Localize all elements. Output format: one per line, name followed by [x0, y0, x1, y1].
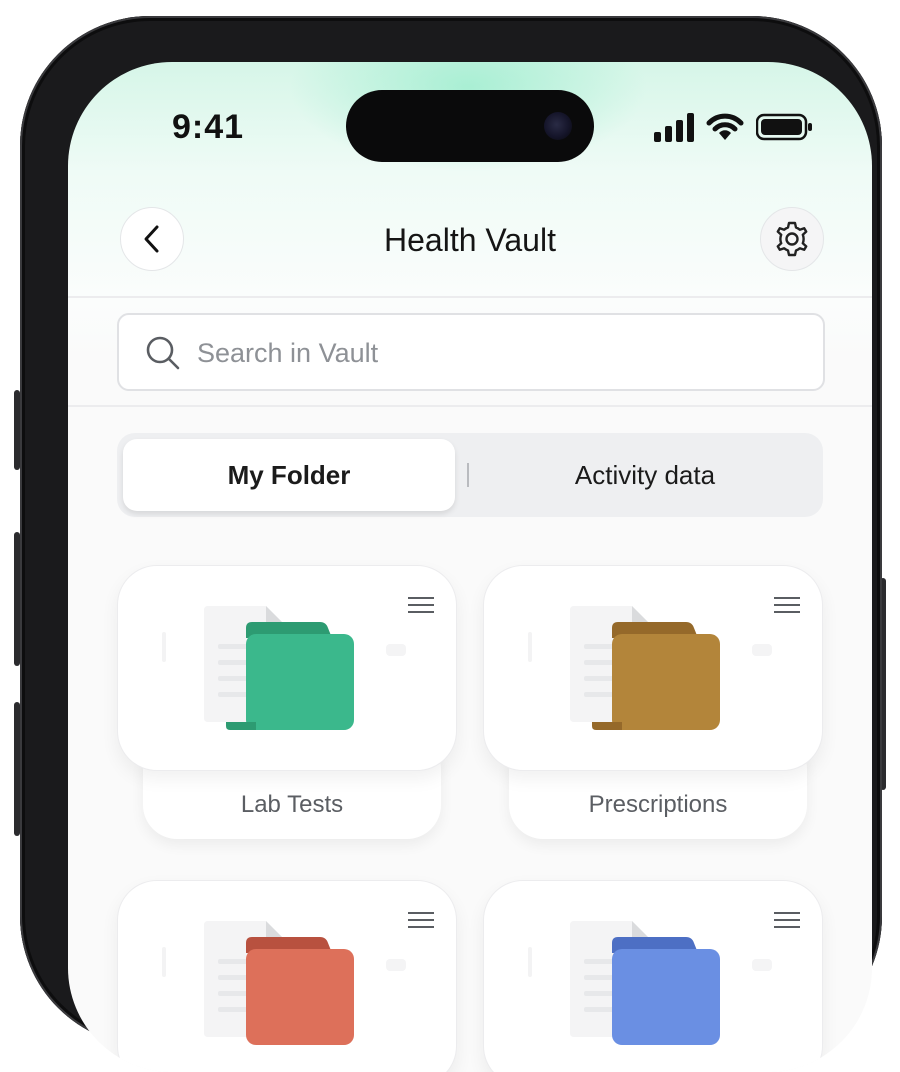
folder-icon: [570, 921, 720, 1045]
tab-my-folder[interactable]: My Folder: [123, 439, 455, 511]
settings-button[interactable]: [760, 207, 824, 271]
search-bar[interactable]: [117, 313, 825, 391]
gear-icon: [776, 221, 808, 257]
card-decoration: [752, 644, 772, 656]
wifi-icon: [706, 113, 744, 140]
menu-icon[interactable]: [408, 911, 434, 929]
menu-icon[interactable]: [774, 911, 800, 929]
status-time: 9:41: [172, 108, 245, 146]
card-decoration: [162, 632, 166, 662]
card-decoration: [528, 632, 532, 662]
folder-icon: [204, 921, 354, 1045]
camera-icon: [544, 112, 572, 140]
folder-icon: [570, 606, 720, 730]
search-divider: [68, 405, 872, 407]
search-icon: [146, 336, 180, 370]
dynamic-island: [346, 90, 594, 162]
search-input[interactable]: [195, 315, 799, 391]
folder-icon: [204, 606, 354, 730]
signal-icon: [654, 113, 694, 142]
folder-card-body[interactable]: [483, 880, 823, 1072]
folder-card-body[interactable]: [483, 565, 823, 771]
page-title: Health Vault: [384, 222, 556, 258]
menu-icon[interactable]: [408, 596, 434, 614]
navigation-bar: Health Vault: [68, 206, 872, 278]
card-decoration: [386, 644, 406, 656]
phone-frame: 9:41 Health Vault Search in Vault My Fol…: [20, 16, 882, 1072]
app-screen: 9:41 Health Vault Search in Vault My Fol…: [68, 62, 872, 1072]
tab-separator: [467, 463, 469, 487]
folder-card-body[interactable]: [117, 565, 457, 771]
status-icons: [654, 112, 814, 144]
card-decoration: [162, 947, 166, 977]
battery-icon: [756, 113, 812, 141]
card-decoration: [528, 947, 532, 977]
segmented-control: My Folder Activity data: [117, 433, 823, 517]
folder-card-body[interactable]: [117, 880, 457, 1072]
header-divider: [68, 296, 872, 298]
menu-icon[interactable]: [774, 596, 800, 614]
tab-activity-data[interactable]: Activity data: [473, 439, 817, 511]
card-decoration: [386, 959, 406, 971]
card-decoration: [752, 959, 772, 971]
